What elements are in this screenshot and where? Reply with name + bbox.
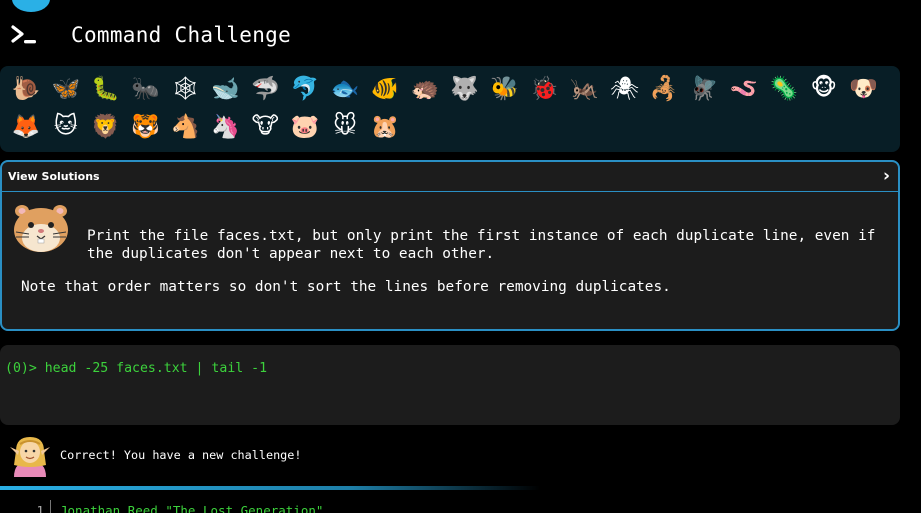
ant-icon[interactable]: 🐜 bbox=[126, 69, 166, 107]
emoji-bar: 🐌 🦋 🐛 🐜 🕸 🐋 🦈 🐬 🐟 🐠 🦔 🐺 🐝 🐞 🦗 🕷 🦂 🪰 🪱 🦠 🐵 🐶 🦊 🐱 🦁 🐯 🐴 🦄 🐮 🐷 🐭 🐹 bbox=[0, 66, 900, 152]
spider-web-icon[interactable]: 🕸 bbox=[166, 69, 206, 107]
monkey-icon[interactable]: 🐵 bbox=[804, 69, 844, 107]
snail-icon[interactable]: 🐌 bbox=[6, 69, 46, 107]
lion-icon[interactable]: 🦁 bbox=[86, 107, 126, 145]
tropical-fish-icon[interactable]: 🐠 bbox=[365, 69, 405, 107]
unicorn-icon[interactable]: 🦄 bbox=[205, 107, 245, 145]
caterpillar-icon[interactable]: 🐛 bbox=[86, 69, 126, 107]
fish-icon[interactable]: 🐟 bbox=[325, 69, 365, 107]
output-line-text: Jonathan Reed "The Lost Generation" bbox=[60, 503, 324, 513]
elf-icon bbox=[10, 437, 50, 477]
feedback-row: Correct! You have a new challenge! bbox=[8, 433, 301, 477]
view-solutions-header[interactable]: View Solutions › bbox=[2, 162, 898, 192]
line-number: 1 bbox=[36, 503, 44, 513]
spider-icon[interactable]: 🕷 bbox=[604, 69, 644, 107]
mouse-icon[interactable]: 🐭 bbox=[325, 107, 365, 145]
terminal-input[interactable]: (0)> head -25 faces.txt | tail -1 bbox=[0, 345, 900, 425]
bee-icon[interactable]: 🐝 bbox=[485, 69, 525, 107]
progress-divider bbox=[0, 486, 540, 490]
app-header: Command Challenge bbox=[10, 22, 291, 48]
dolphin-icon[interactable]: 🐬 bbox=[285, 69, 325, 107]
horse-icon[interactable]: 🐴 bbox=[166, 107, 206, 145]
hamster-icon[interactable]: 🐹 bbox=[365, 107, 405, 145]
challenge-note: Note that order matters so don't sort th… bbox=[21, 279, 671, 295]
chevron-right-icon[interactable]: › bbox=[883, 168, 890, 185]
challenge-description: Print the file faces.txt, but only print… bbox=[87, 228, 876, 262]
butterfly-icon[interactable]: 🦋 bbox=[46, 69, 86, 107]
fly-icon[interactable]: 🪰 bbox=[684, 69, 724, 107]
worm-icon[interactable]: 🪱 bbox=[724, 69, 764, 107]
fox-icon[interactable]: 🦊 bbox=[6, 107, 46, 145]
wolf-icon[interactable]: 🐺 bbox=[445, 69, 485, 107]
scorpion-icon[interactable]: 🦂 bbox=[644, 69, 684, 107]
ladybug-icon[interactable]: 🐞 bbox=[525, 69, 565, 107]
view-solutions-label: View Solutions bbox=[8, 170, 100, 183]
logo-arc bbox=[12, 0, 50, 12]
terminal-command: head -25 faces.txt | tail -1 bbox=[44, 361, 268, 376]
whale-icon[interactable]: 🐋 bbox=[205, 69, 245, 107]
cat-icon[interactable]: 🐱 bbox=[46, 107, 86, 145]
tiger-icon[interactable]: 🐯 bbox=[126, 107, 166, 145]
output-line: 1 Jonathan Reed "The Lost Generation" bbox=[30, 500, 324, 513]
hedgehog-icon[interactable]: 🦔 bbox=[405, 69, 445, 107]
app-title: Command Challenge bbox=[71, 23, 292, 47]
terminal-prompt: (0)> bbox=[5, 361, 45, 376]
hamster-icon bbox=[14, 205, 68, 252]
challenge-panel: View Solutions › Print the file faces.tx… bbox=[0, 160, 900, 331]
dog-icon[interactable]: 🐶 bbox=[844, 69, 884, 107]
pig-icon[interactable]: 🐷 bbox=[285, 107, 325, 145]
gutter-divider bbox=[50, 500, 51, 513]
shark-icon[interactable]: 🦈 bbox=[245, 69, 285, 107]
feedback-message: Correct! You have a new challenge! bbox=[60, 448, 302, 462]
microbe-icon[interactable]: 🦠 bbox=[764, 69, 804, 107]
cow-icon[interactable]: 🐮 bbox=[245, 107, 285, 145]
terminal-icon bbox=[11, 25, 36, 44]
cricket-icon[interactable]: 🦗 bbox=[564, 69, 604, 107]
